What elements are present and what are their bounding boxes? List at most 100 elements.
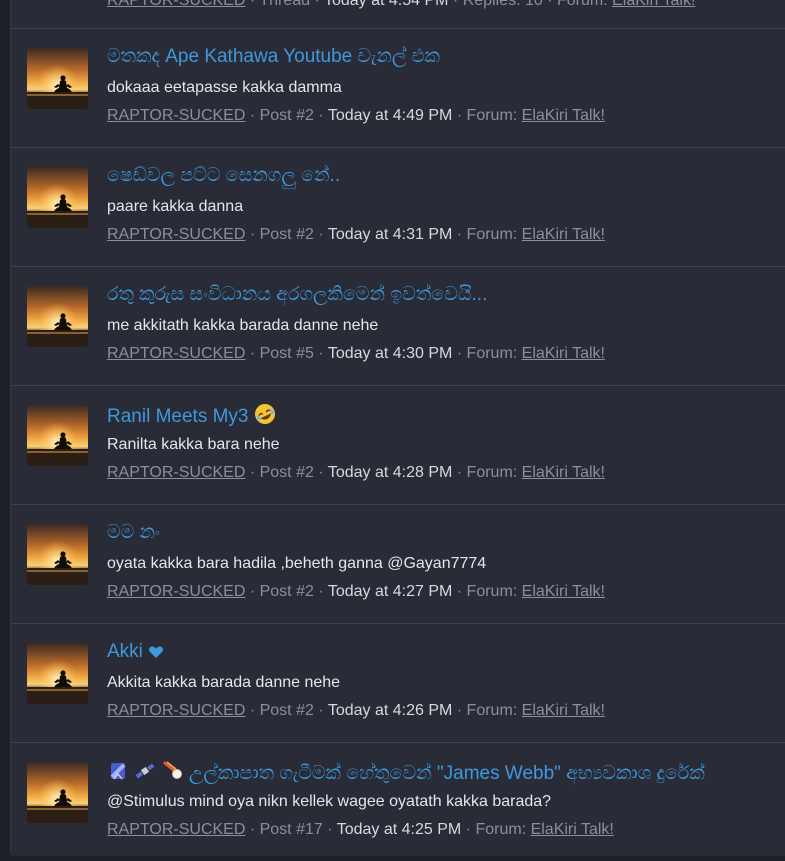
meta-forum-label: Forum: — [466, 464, 518, 481]
meta-replies: Replies: 10 — [462, 0, 543, 9]
thread-title-text: රතු කුරුස සංවිධානය අරගලකිමෙන් ඉවත්වෙයි..… — [107, 284, 488, 305]
meta-user-link[interactable]: RAPTOR-SUCKED — [107, 821, 245, 838]
avatar[interactable] — [27, 762, 88, 823]
avatar-image — [27, 643, 88, 704]
previous-result-row: RAPTOR-SUCKED · Thread · Today at 4:54 P… — [11, 0, 785, 29]
thread-title-text: Ranil Meets My3 — [107, 406, 249, 427]
meta-user-link[interactable]: RAPTOR-SUCKED — [107, 0, 245, 9]
result-meta: RAPTOR-SUCKED · Post #2 · Today at 4:49 … — [107, 107, 605, 124]
avatar[interactable] — [27, 286, 88, 347]
thread-title-text: Akki — [107, 641, 143, 662]
result-meta: RAPTOR-SUCKED · Post #5 · Today at 4:30 … — [107, 345, 605, 362]
search-result-row: රතු කුරුස සංවිධානය අරගලකිමෙන් ඉවත්වෙයි..… — [11, 267, 785, 386]
post-snippet: Akkita kakka barada danne nehe — [107, 674, 341, 691]
thread-title-link[interactable]: රතු කුරුස සංවිධානය අරගලකිමෙන් ඉවත්වෙයි..… — [107, 284, 487, 306]
post-snippet: oyata kakka bara hadila ,beheth ganna @G… — [107, 555, 487, 572]
meta-user-link[interactable]: RAPTOR-SUCKED — [107, 345, 245, 362]
thread-title-text: මම නං — [107, 522, 160, 543]
result-meta: RAPTOR-SUCKED · Post #17 · Today at 4:25… — [107, 821, 614, 838]
previous-result-meta: RAPTOR-SUCKED · Thread · Today at 4:54 P… — [107, 0, 695, 10]
result-meta: RAPTOR-SUCKED · Post #2 · Today at 4:27 … — [107, 583, 605, 600]
avatar-image — [27, 167, 88, 228]
meta-forum-label: Forum: — [556, 0, 608, 9]
meta-forum-label: Forum: — [466, 226, 518, 243]
meta-time: Today at 4:54 PM — [323, 0, 449, 9]
meta-forum-link[interactable]: ElaKiri Talk! — [612, 0, 695, 9]
meta-post-number: Post #2 — [259, 702, 314, 719]
avatar-image — [27, 524, 88, 585]
meta-time: Today at 4:26 PM — [327, 702, 453, 719]
post-snippet: Ranilta kakka bara nehe — [107, 436, 280, 453]
meta-time: Today at 4:31 PM — [327, 226, 453, 243]
post-snippet: me akkitath kakka barada danne nehe — [107, 317, 379, 334]
thread-title-link[interactable]: Akki — [107, 641, 164, 663]
avatar[interactable] — [27, 167, 88, 228]
meta-forum-label: Forum: — [466, 345, 518, 362]
avatar-image — [27, 762, 88, 823]
meta-post-number: Post #17 — [259, 821, 323, 838]
meta-forum-link[interactable]: ElaKiri Talk! — [531, 821, 614, 838]
meta-post-number: Post #2 — [259, 583, 314, 600]
search-result-row: මතකද Ape Kathawa Youtube චැනල් එක dokaaa… — [11, 29, 785, 148]
result-meta: RAPTOR-SUCKED · Post #2 · Today at 4:26 … — [107, 702, 605, 719]
meta-post-number: Post #5 — [259, 345, 314, 362]
meta-forum-link[interactable]: ElaKiri Talk! — [522, 345, 605, 362]
meta-post-number: Post #2 — [259, 226, 314, 243]
post-snippet: @Stimulus mind oya nikn kellek wagee oya… — [107, 793, 552, 810]
thread-title-link[interactable]: උල්කාපාත ගැටීමක් හේතුවෙන් "James Webb" අ… — [107, 760, 705, 785]
avatar[interactable] — [27, 405, 88, 466]
meta-user-link[interactable]: RAPTOR-SUCKED — [107, 464, 245, 481]
meta-forum-link[interactable]: ElaKiri Talk! — [522, 226, 605, 243]
avatar[interactable] — [27, 524, 88, 585]
satellite-emoji-icon — [135, 763, 155, 779]
title-emoji-suffix — [249, 404, 276, 427]
thread-title-text: ෂෙඩ්වල පට්ට සෙනගලු නේ.. — [107, 165, 341, 186]
meta-forum-label: Forum: — [466, 107, 518, 124]
meta-time: Today at 4:28 PM — [327, 464, 453, 481]
thread-title-link[interactable]: ෂෙඩ්වල පට්ට සෙනගලු නේ.. — [107, 165, 340, 187]
search-result-row: මම නං oyata kakka bara hadila ,beheth ga… — [11, 505, 785, 624]
result-meta: RAPTOR-SUCKED · Post #2 · Today at 4:31 … — [107, 226, 605, 243]
search-results-panel: RAPTOR-SUCKED · Thread · Today at 4:54 P… — [10, 0, 785, 856]
telescope-emoji-icon — [110, 763, 126, 780]
comet-emoji-icon — [163, 761, 182, 779]
meta-post-number: Post #2 — [259, 464, 314, 481]
title-emoji-suffix — [143, 641, 164, 662]
search-result-row: උල්කාපාත ගැටීමක් හේතුවෙන් "James Webb" අ… — [11, 743, 785, 856]
meta-user-link[interactable]: RAPTOR-SUCKED — [107, 226, 245, 243]
heart-emoji-icon — [149, 646, 164, 658]
thread-title-text: මතකද Ape Kathawa Youtube චැනල් එක — [107, 46, 440, 67]
thread-title-link[interactable]: මතකද Ape Kathawa Youtube චැනල් එක — [107, 46, 440, 68]
search-result-row: Akki Akkita kakka barada danne nehe RAPT… — [11, 624, 785, 743]
rofl-emoji-icon — [254, 404, 275, 424]
avatar-image — [27, 48, 88, 109]
thread-title-text: උල්කාපාත ගැටීමක් හේතුවෙන් "James Webb" අ… — [188, 763, 705, 784]
meta-user-link[interactable]: RAPTOR-SUCKED — [107, 583, 245, 600]
result-meta: RAPTOR-SUCKED · Post #2 · Today at 4:28 … — [107, 464, 605, 481]
space-emoji-group — [107, 761, 184, 784]
meta-post-number: Post #2 — [259, 107, 314, 124]
meta-forum-link[interactable]: ElaKiri Talk! — [522, 583, 605, 600]
meta-forum-link[interactable]: ElaKiri Talk! — [522, 702, 605, 719]
search-result-row: Ranil Meets My3 Ranilta kakka bara nehe … — [11, 386, 785, 505]
meta-time: Today at 4:27 PM — [327, 583, 453, 600]
meta-forum-link[interactable]: ElaKiri Talk! — [522, 464, 605, 481]
meta-user-link[interactable]: RAPTOR-SUCKED — [107, 702, 245, 719]
avatar-image — [27, 405, 88, 466]
search-result-row: ෂෙඩ්වල පට්ට සෙනගලු නේ.. paare kakka dann… — [11, 148, 785, 267]
thread-title-link[interactable]: Ranil Meets My3 — [107, 403, 276, 428]
meta-forum-label: Forum: — [466, 702, 518, 719]
post-snippet: paare kakka danna — [107, 198, 244, 215]
avatar[interactable] — [27, 48, 88, 109]
meta-time: Today at 4:49 PM — [327, 107, 453, 124]
avatar-image — [27, 286, 88, 347]
avatar[interactable] — [27, 643, 88, 704]
meta-forum-link[interactable]: ElaKiri Talk! — [522, 107, 605, 124]
meta-type: Thread — [259, 0, 311, 9]
meta-forum-label: Forum: — [466, 583, 518, 600]
meta-time: Today at 4:25 PM — [336, 821, 462, 838]
meta-time: Today at 4:30 PM — [327, 345, 453, 362]
thread-title-link[interactable]: මම නං — [107, 522, 160, 544]
post-snippet: dokaaa eetapasse kakka damma — [107, 79, 342, 96]
meta-user-link[interactable]: RAPTOR-SUCKED — [107, 107, 245, 124]
